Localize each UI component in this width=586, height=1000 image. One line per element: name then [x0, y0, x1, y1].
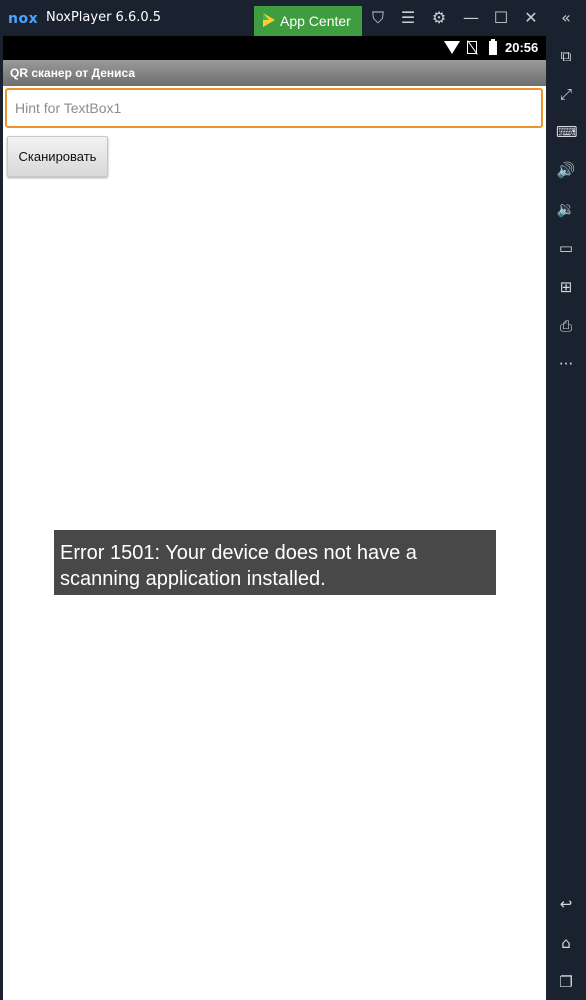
no-sim-icon — [467, 41, 477, 54]
app-title-bar: QR сканер от Дениса — [3, 60, 546, 86]
nox-logo: nox — [8, 11, 39, 27]
minimize-icon[interactable]: — — [461, 8, 481, 28]
recents-icon[interactable]: ❐ — [556, 972, 576, 992]
menu-icon[interactable]: ☰ — [398, 8, 418, 28]
volume-up-icon[interactable]: 🔊 — [556, 160, 576, 180]
scan-button[interactable]: Сканировать — [7, 136, 108, 177]
apk-install-icon[interactable]: ⊞ — [556, 277, 576, 297]
status-time: 20:56 — [505, 40, 539, 55]
emulator-sidebar: ⧉ ⤢ ⌨ 🔊 🔉 ▭ ⊞ ⎙ ··· ↩ ⌂ ❐ — [546, 36, 586, 1000]
screen-icon[interactable]: ▭ — [556, 238, 576, 258]
fullscreen-icon[interactable]: ⤢ — [556, 84, 576, 104]
maximize-icon[interactable]: ☐ — [491, 8, 511, 28]
shirt-icon[interactable]: ⛉ — [368, 8, 388, 28]
emulator-title-bar: nox NoxPlayer 6.6.0.5 App Center ⛉ ☰ ⚙ —… — [0, 0, 586, 36]
more-icon[interactable]: ··· — [556, 354, 576, 374]
volume-down-icon[interactable]: 🔉 — [556, 199, 576, 219]
app-content: Сканировать Error 1501: Your device does… — [3, 86, 546, 1000]
app-center-label: App Center — [280, 13, 351, 29]
gear-icon[interactable]: ⚙ — [429, 8, 449, 28]
bulk-icon[interactable]: ⎙ — [556, 316, 576, 336]
multi-instance-icon[interactable]: ⧉ — [556, 46, 576, 66]
window-title: NoxPlayer 6.6.0.5 — [46, 10, 162, 25]
app-title: QR сканер от Дениса — [10, 66, 136, 80]
keyboard-icon[interactable]: ⌨ — [556, 122, 578, 142]
back-icon[interactable]: ↩ — [556, 894, 576, 914]
textbox1-input[interactable] — [5, 88, 543, 128]
battery-icon — [489, 39, 497, 55]
android-status-bar: 20:56 — [3, 36, 546, 60]
app-center-button[interactable]: App Center — [254, 6, 362, 36]
play-store-icon — [263, 13, 275, 27]
close-icon[interactable]: ✕ — [521, 8, 541, 28]
error-toast: Error 1501: Your device does not have a … — [54, 530, 496, 595]
wifi-icon — [444, 41, 460, 54]
collapse-icon[interactable]: « — [556, 8, 576, 28]
home-icon[interactable]: ⌂ — [556, 933, 576, 953]
